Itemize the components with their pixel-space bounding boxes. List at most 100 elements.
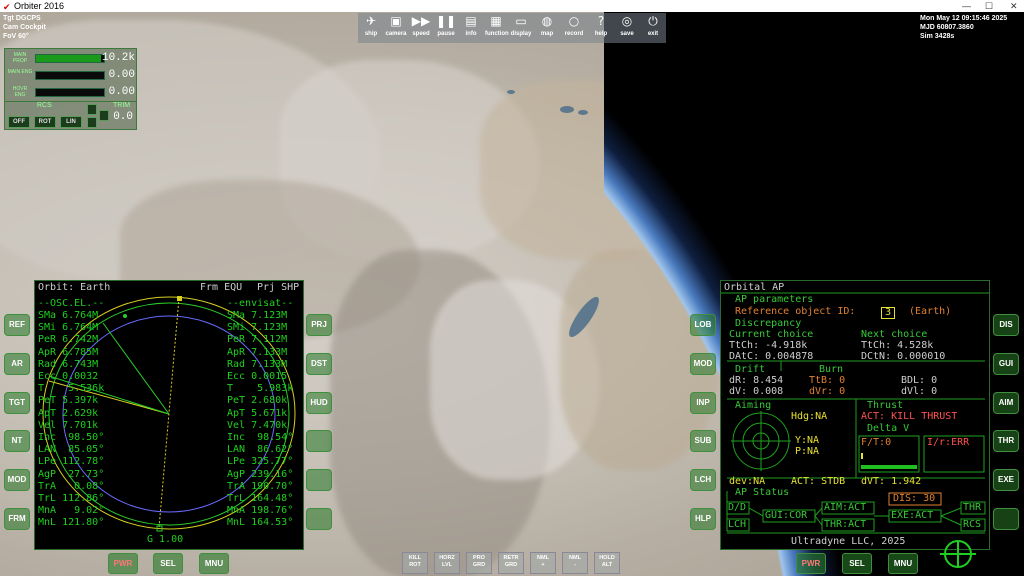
normal-minus-button[interactable]: NML - bbox=[562, 552, 588, 574]
mfd-right-btn-thr[interactable]: THR bbox=[993, 430, 1019, 452]
target-element-row: LPe 325.77° bbox=[227, 456, 294, 468]
ship-element-row: MnL 121.80° bbox=[38, 517, 105, 529]
ship-button[interactable]: ✈ ship bbox=[360, 13, 382, 43]
left-mfd-select-button[interactable]: SEL bbox=[153, 553, 183, 574]
trim-down-button[interactable] bbox=[87, 117, 97, 128]
ttch-next: TtCh: 4.528k bbox=[861, 340, 934, 351]
mfd-left-btn-tgt[interactable]: TGT bbox=[4, 392, 30, 414]
mfd-right-btn-lob[interactable]: LOB bbox=[690, 314, 716, 336]
hover-engine-gauge: HOVR ENG 0.00 bbox=[12, 86, 135, 98]
mfd-left-btn-hud[interactable]: HUD bbox=[306, 392, 332, 414]
ship-element-row: Inc 98.50° bbox=[38, 432, 105, 443]
mfd-left-btn-ref[interactable]: REF bbox=[4, 314, 30, 336]
hold-altitude-button[interactable]: HOLD ALT bbox=[594, 552, 620, 574]
reference-object-name: (Earth) bbox=[909, 306, 952, 317]
mfd-right-btn-sub[interactable]: SUB bbox=[690, 430, 716, 452]
left-mfd-power-button[interactable]: PWR bbox=[108, 553, 138, 574]
orbit-mfd-footer: G 1.00 bbox=[147, 534, 184, 545]
mfd-left-btn-r6[interactable] bbox=[306, 508, 332, 530]
camera-button[interactable]: ▣ camera bbox=[385, 13, 407, 43]
mfd-right-btn-dis[interactable]: DIS bbox=[993, 314, 1019, 336]
trim-up-button[interactable] bbox=[87, 104, 97, 115]
hud-mjd: MJD 60807.3860 bbox=[920, 24, 974, 31]
exit-button[interactable]: ⏻ exit bbox=[642, 13, 664, 43]
mfd-right-btn-r6[interactable] bbox=[993, 508, 1019, 530]
minimize-icon[interactable]: — bbox=[962, 0, 971, 12]
mfd-left-btn-ar[interactable]: AR bbox=[4, 353, 30, 375]
save-icon: ◎ bbox=[621, 14, 633, 28]
pause-button[interactable]: ❚❚ pause bbox=[435, 13, 457, 43]
ship-element-row: AgP 27.73° bbox=[38, 468, 105, 480]
mfd-left-btn-r4[interactable] bbox=[306, 430, 332, 452]
mfd-right-btn-aim[interactable]: AIM bbox=[993, 392, 1019, 414]
mfd-left-btn-frm[interactable]: FRM bbox=[4, 508, 30, 530]
right-mfd-select-button[interactable]: SEL bbox=[842, 553, 872, 574]
rcs-lin-button[interactable]: LIN bbox=[60, 116, 82, 128]
main-toolbar: ✈ ship ▣ camera ▶▶ speed ❚❚ pause ▤ info ▦ fun… bbox=[358, 13, 666, 43]
target-element-row: AgP 239.16° bbox=[227, 468, 294, 480]
right-mfd-power-button[interactable]: PWR bbox=[796, 553, 826, 574]
mfd-left-btn-r5[interactable] bbox=[306, 469, 332, 491]
mfd-right-btn-inp[interactable]: INP bbox=[690, 392, 716, 414]
kill-rot-button[interactable]: KILL ROT bbox=[402, 552, 428, 574]
reference-object-input[interactable]: 3 bbox=[881, 307, 896, 319]
mfd-left-btn-mod[interactable]: MOD bbox=[4, 469, 30, 491]
close-icon[interactable]: ✕ bbox=[1010, 0, 1018, 12]
right-mfd-menu-button[interactable]: MNU bbox=[888, 553, 918, 574]
normal-plus-button[interactable]: NML + bbox=[530, 552, 556, 574]
discrepancy-heading: Discrepancy bbox=[735, 318, 802, 329]
target-element-row: MnL 164.53° bbox=[227, 517, 294, 529]
save-button[interactable]: ◎ save bbox=[616, 13, 638, 43]
gui-status: GUI:COR bbox=[765, 510, 808, 521]
ship-radius-line bbox=[102, 322, 170, 415]
rcs-panel: RCS TRIM OFF ROT LIN 0.0 bbox=[4, 101, 137, 130]
ship-element-row: LPe 112.78° bbox=[38, 456, 105, 468]
mfd-right-btn-exe[interactable]: EXE bbox=[993, 469, 1019, 491]
target-element-row: Ecc 0.0015 bbox=[227, 371, 288, 382]
target-element-row: MnA 198.76° bbox=[227, 505, 294, 517]
rcs-off-button[interactable]: OFF bbox=[8, 116, 30, 128]
left-mfd-menu-button[interactable]: MNU bbox=[199, 553, 229, 574]
display-button[interactable]: ▭ display bbox=[510, 13, 532, 43]
ship-element-row: LAN 85.05° bbox=[38, 444, 105, 456]
info-button[interactable]: ▤ info bbox=[460, 13, 482, 43]
mfd-left-btn-dst[interactable]: DST bbox=[306, 353, 332, 375]
mfd-right-btn-gui[interactable]: GUI bbox=[993, 353, 1019, 375]
dvt-value: dVT: 1.942 bbox=[861, 476, 922, 487]
horizon-level-button[interactable]: HORZ LVL bbox=[434, 552, 460, 574]
thr-node: THR bbox=[963, 502, 982, 513]
ap-mfd-title: Orbital AP bbox=[724, 282, 785, 293]
app-logo-icon: ✔ bbox=[3, 2, 11, 12]
mfd-right-btn-lch[interactable]: LCH bbox=[690, 469, 716, 491]
ship-element-row: MnA 9.02° bbox=[38, 505, 105, 517]
speed-button[interactable]: ▶▶ speed bbox=[410, 13, 432, 43]
rcs-rot-button[interactable]: ROT bbox=[34, 116, 56, 128]
ap-act-stdb: ACT: STDB bbox=[791, 476, 846, 487]
record-button[interactable]: ○ record bbox=[563, 13, 585, 43]
mfd-right-btn-hlp[interactable]: HLP bbox=[690, 508, 716, 530]
ship-element-row: T 5.536k bbox=[38, 383, 105, 395]
main-engine-gauge: MAIN ENG 0.00 bbox=[7, 69, 135, 81]
mfd-left-btn-prj[interactable]: PRJ bbox=[306, 314, 332, 336]
ship-element-row: PeR 6.742M bbox=[38, 334, 99, 346]
delta-v-heading: Delta V bbox=[867, 423, 910, 434]
ttch-current: TtCh: -4.918k bbox=[729, 340, 808, 351]
aiming-heading: Aiming bbox=[735, 400, 772, 411]
function-button[interactable]: ▦ function bbox=[485, 13, 509, 43]
rcs-label: RCS bbox=[37, 102, 52, 109]
trim-reset-button[interactable] bbox=[99, 110, 109, 121]
prograde-button[interactable]: PRO GRD bbox=[466, 552, 492, 574]
mfd-right-btn-mod[interactable]: MOD bbox=[690, 353, 716, 375]
mfd-left-btn-nt[interactable]: NT bbox=[4, 430, 30, 452]
help-button[interactable]: ? help bbox=[590, 13, 612, 43]
maximize-icon[interactable]: ☐ bbox=[985, 0, 993, 12]
target-element-row: T 5.983k bbox=[227, 383, 294, 395]
aim-pitch-value: P:NA bbox=[795, 446, 820, 457]
datc-value: DAtC: 0.004878 bbox=[729, 351, 814, 362]
ship-element-row: Rad 6.743M bbox=[38, 358, 99, 370]
map-button[interactable]: ◍ map bbox=[536, 13, 558, 43]
hud-fov: FoV 60° bbox=[3, 33, 29, 40]
reference-object-label: Reference object ID: bbox=[735, 306, 856, 317]
retrograde-button[interactable]: RETR GRD bbox=[498, 552, 524, 574]
target-element-row: ApR 7.133M bbox=[227, 346, 288, 358]
